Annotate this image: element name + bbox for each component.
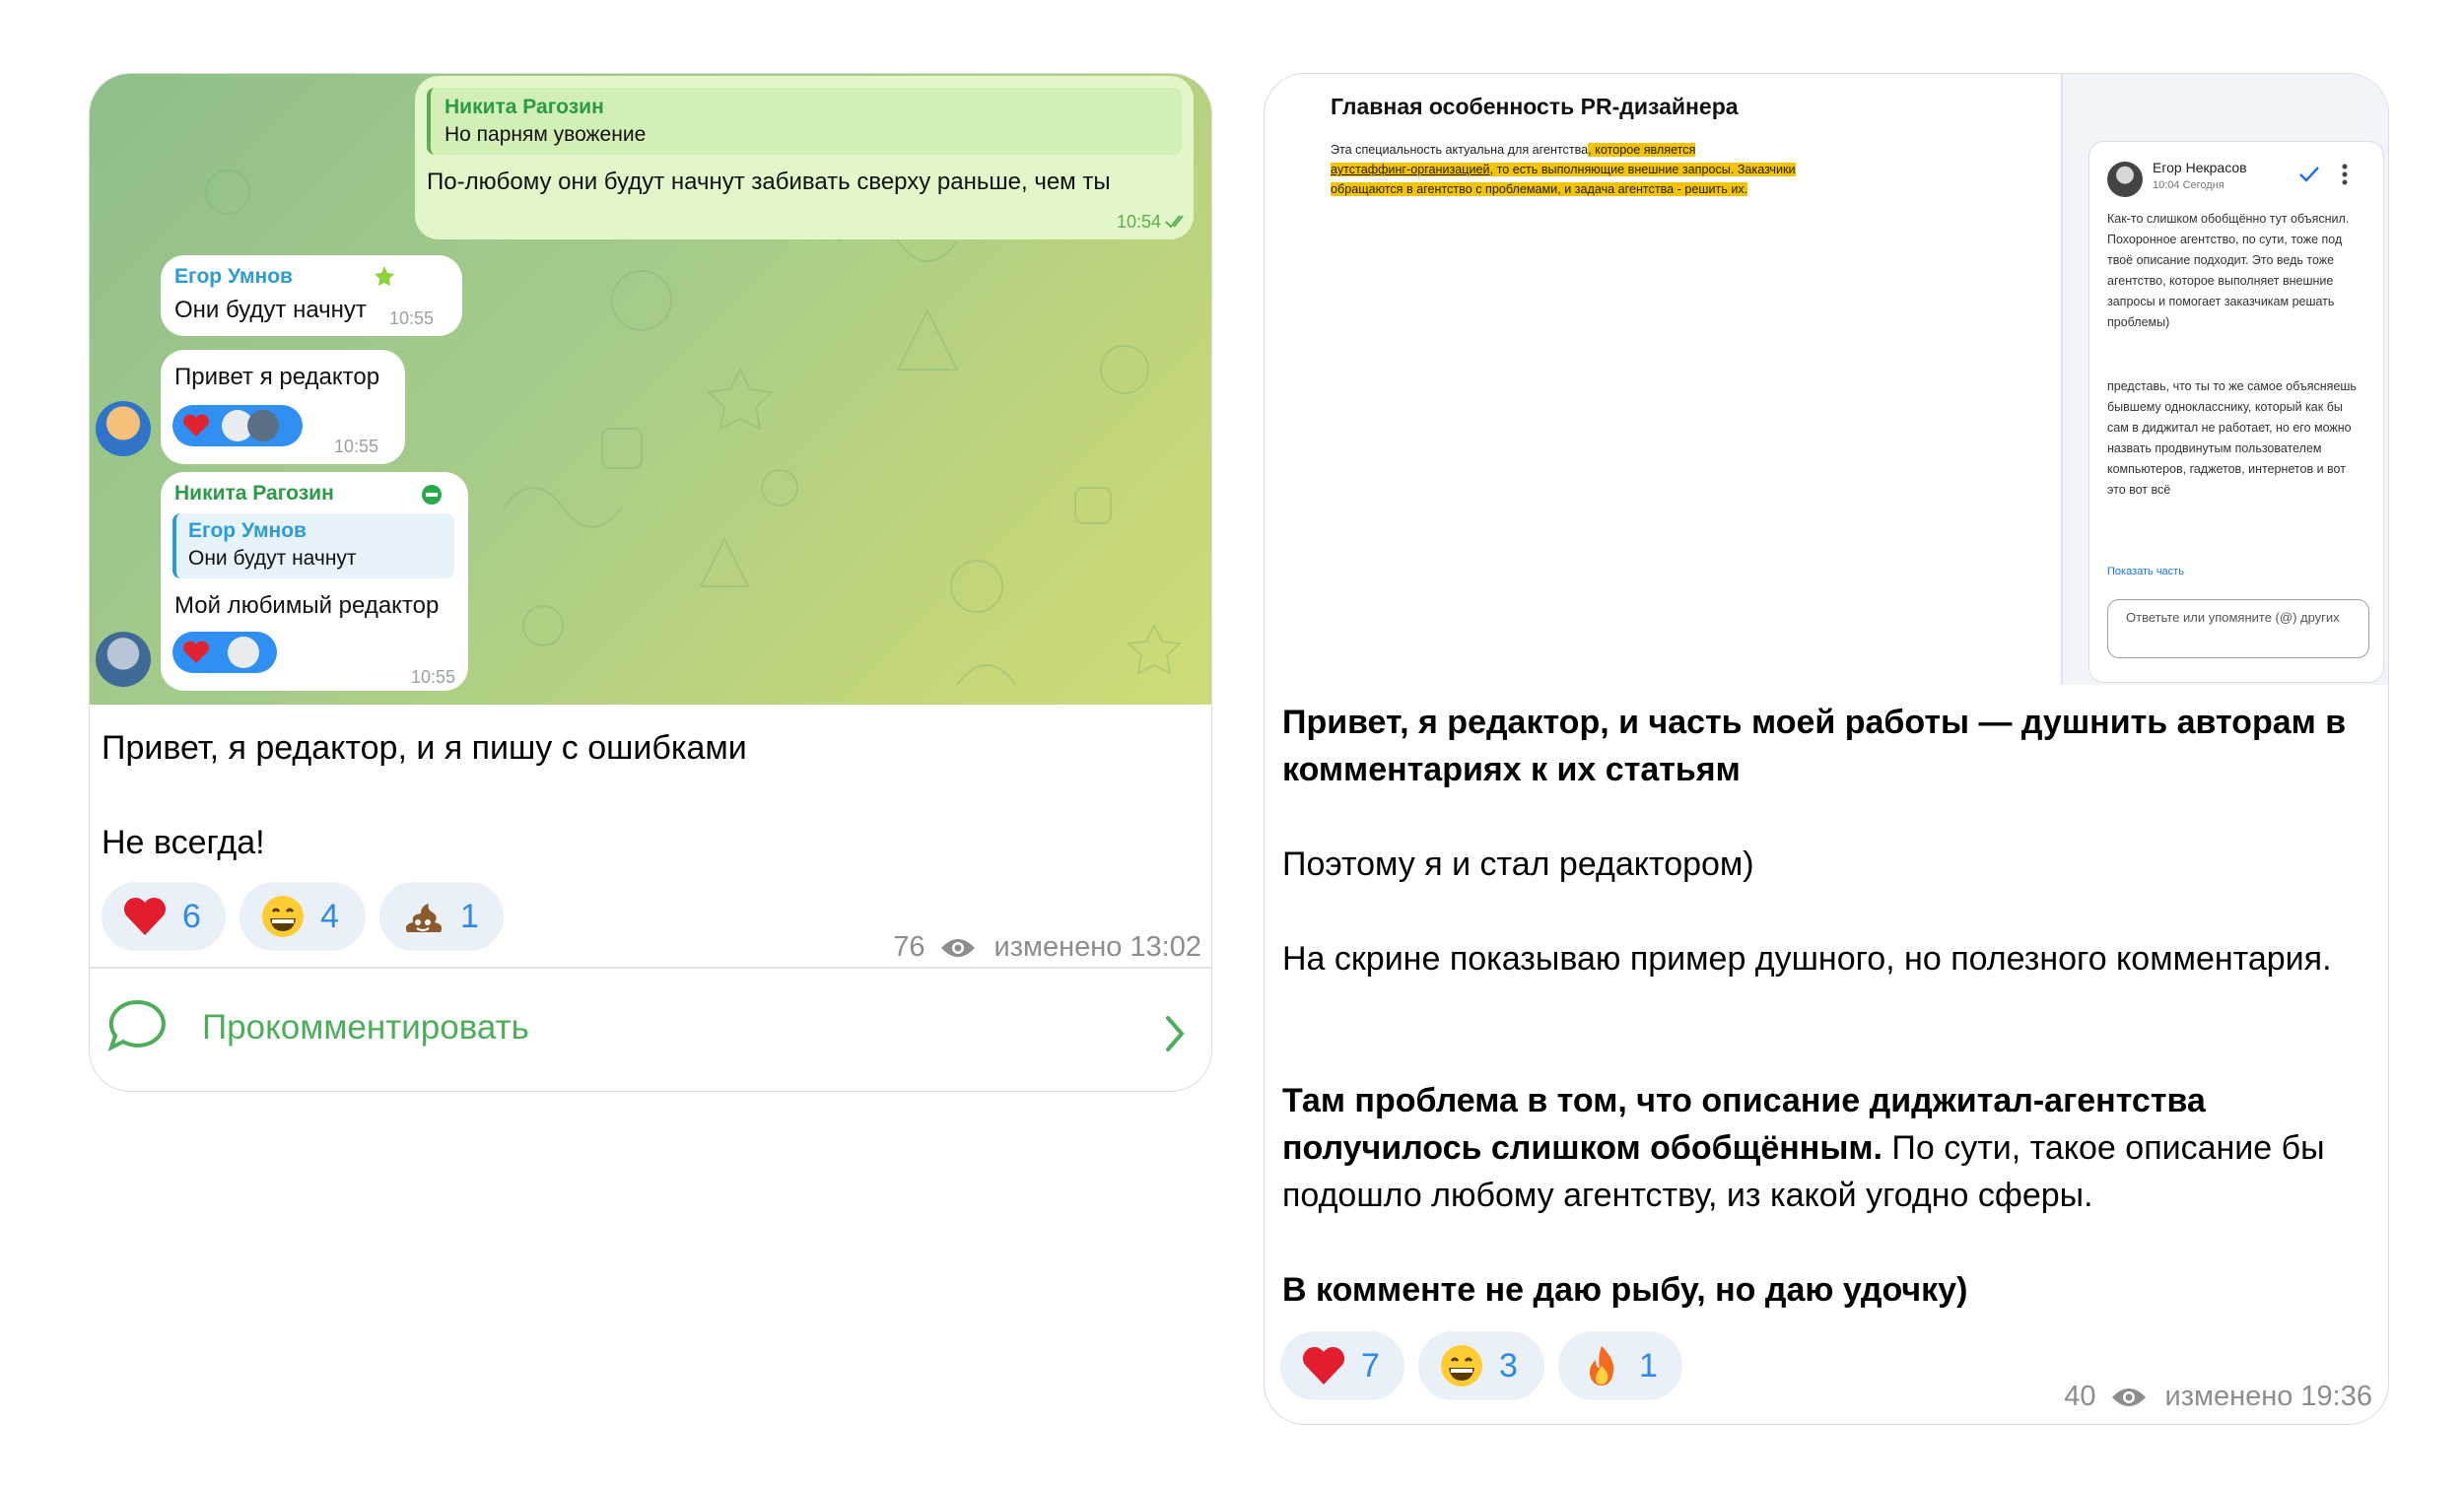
- post-paragraph: Привет, я редактор, и часть моей работы …: [1282, 704, 2347, 788]
- comment-text: Как-то слишком обобщённо тут объяснил. П…: [2107, 212, 2350, 329]
- message-time: 10:55: [411, 667, 456, 687]
- sender-avatar[interactable]: [96, 632, 151, 687]
- quote-author: Никита Рагозин: [445, 96, 604, 118]
- quote-author: Егор Умнов: [188, 519, 307, 542]
- grinning-face-icon: [1441, 1345, 1482, 1387]
- double-check-icon: [1165, 215, 1184, 229]
- post-meta: 40 изменено 19:36: [2064, 1381, 2372, 1413]
- view-count: 40: [2064, 1381, 2096, 1412]
- comment-time: 10:04 Сегодня: [2153, 179, 2224, 191]
- commenter-avatar: [2107, 162, 2143, 197]
- comments-panel: Егор Некрасов 10:04 Сегодня Как-то слишк…: [2061, 74, 2388, 685]
- message-text: По-любому они будут начнут забивать свер…: [427, 169, 1111, 195]
- fire-icon: [1589, 1346, 1614, 1386]
- reply-quote[interactable]: Никита Рагозин Но парням увожение: [427, 88, 1182, 155]
- reactor-avatar: [228, 637, 259, 668]
- reaction-count: 6: [182, 897, 201, 935]
- reaction-count: 3: [1499, 1346, 1518, 1385]
- pile-of-poo-icon: [405, 904, 443, 932]
- comment-bubble-icon: [107, 999, 166, 1051]
- document-text: Эта специальность актуальна для агентств…: [1331, 143, 1589, 157]
- message-reaction[interactable]: [172, 632, 277, 673]
- message-incoming[interactable]: Егор Умнов Они будут начнут 10:55: [161, 255, 462, 336]
- status-icon: [422, 485, 442, 505]
- post-text-line: Не всегда!: [102, 824, 265, 861]
- highlighted-text[interactable]: , то есть выполняющие внешние запросы. З…: [1489, 163, 1796, 176]
- post-card-1: Никита Рагозин Но парням увожение По-люб…: [89, 73, 1212, 1092]
- view-count: 76: [893, 931, 925, 963]
- highlighted-text[interactable]: , которое является: [1588, 143, 1696, 157]
- eye-icon: [940, 938, 975, 957]
- reaction-count: 7: [1361, 1346, 1380, 1385]
- edited-timestamp: изменено 13:02: [993, 931, 1201, 963]
- eye-icon: [2111, 1387, 2146, 1406]
- document-screenshot[interactable]: Главная особенность PR-дизайнера Эта спе…: [1265, 74, 2388, 685]
- quote-text: Они будут начнут: [188, 547, 357, 570]
- reaction-count: 1: [1639, 1346, 1658, 1385]
- reaction-fire[interactable]: 1: [1558, 1331, 1682, 1400]
- star-emoji-status-icon: [375, 266, 394, 286]
- message-incoming[interactable]: Никита Рагозин Егор Умнов Они будут начн…: [161, 472, 468, 691]
- message-text: Мой любимый редактор: [174, 592, 440, 619]
- reaction-count: 4: [320, 897, 339, 935]
- sender-name[interactable]: Никита Рагозин: [174, 482, 334, 506]
- reactor-avatar: [247, 410, 279, 441]
- reaction-poo[interactable]: 1: [379, 882, 504, 951]
- comment-card[interactable]: Егор Некрасов 10:04 Сегодня Как-то слишк…: [2088, 141, 2384, 683]
- comment-button[interactable]: Прокомментировать: [90, 969, 1211, 1091]
- heart-icon: [183, 414, 209, 437]
- message-outgoing[interactable]: Никита Рагозин Но парням увожение По-люб…: [415, 76, 1194, 239]
- document-line: аутстаффинг-организацией, то есть выполн…: [1331, 163, 1796, 176]
- more-vert-icon[interactable]: [2340, 162, 2350, 187]
- message-time: 10:54: [1117, 212, 1162, 232]
- reply-quote[interactable]: Егор Умнов Они будут начнут: [172, 513, 454, 578]
- highlighted-text[interactable]: аутстаффинг-организацией: [1331, 163, 1490, 176]
- post-meta: 76 изменено 13:02: [893, 931, 1201, 964]
- chevron-right-icon: [1166, 1016, 1185, 1051]
- reaction-grin[interactable]: 4: [240, 882, 366, 951]
- sender-avatar[interactable]: [96, 401, 151, 456]
- show-more-link[interactable]: Показать часть: [2107, 566, 2184, 577]
- chat-screenshot[interactable]: Никита Рагозин Но парням увожение По-люб…: [90, 74, 1211, 705]
- comment-label: Прокомментировать: [202, 1008, 529, 1047]
- reaction-heart[interactable]: 7: [1280, 1331, 1404, 1400]
- document-line: обращаются в агентство с проблемами, и з…: [1331, 182, 1748, 196]
- message-text: Привет я редактор: [174, 364, 380, 390]
- highlighted-text[interactable]: обращаются в агентство с проблемами, и з…: [1331, 182, 1748, 196]
- heart-icon: [123, 897, 167, 935]
- heart-icon: [183, 641, 209, 663]
- grinning-face-icon: [262, 896, 304, 937]
- post-paragraph: Там проблема в том, что описание диджита…: [1282, 1077, 2376, 1219]
- reaction-count: 1: [460, 897, 479, 935]
- post-text-line: Привет, я редактор, и я пишу с ошибками: [102, 729, 747, 767]
- post-paragraph: Поэтому я и стал редактором): [1282, 845, 1754, 883]
- heart-icon: [1302, 1346, 1345, 1385]
- reaction-grin[interactable]: 3: [1418, 1331, 1544, 1400]
- message-incoming[interactable]: Привет я редактор 10:55: [161, 350, 405, 464]
- commenter-name: Егор Некрасов: [2153, 160, 2247, 175]
- reaction-heart[interactable]: 6: [102, 882, 226, 951]
- comment-text: представь, что ты то же самое объясняешь…: [2107, 379, 2357, 497]
- sender-name[interactable]: Егор Умнов: [174, 265, 293, 289]
- quote-text: Но парням увожение: [445, 123, 647, 146]
- document-title: Главная особенность PR-дизайнера: [1331, 94, 1739, 119]
- message-reaction[interactable]: [172, 405, 303, 446]
- message-text: Они будут начнут: [174, 297, 367, 323]
- reply-input[interactable]: Ответьте или упомяните (@) других: [2107, 599, 2369, 658]
- post-paragraph: В комменте не даю рыбу, но даю удочку): [1282, 1271, 1968, 1309]
- document-line: Эта специальность актуальна для агентств…: [1331, 143, 1696, 157]
- post-card-2: Главная особенность PR-дизайнера Эта спе…: [1264, 73, 2389, 1425]
- post-paragraph: На скрине показываю пример душного, но п…: [1282, 940, 2332, 978]
- message-time: 10:55: [334, 437, 379, 456]
- edited-timestamp: изменено 19:36: [2164, 1381, 2372, 1412]
- message-time: 10:55: [389, 308, 435, 328]
- resolve-check-icon[interactable]: [2298, 166, 2320, 183]
